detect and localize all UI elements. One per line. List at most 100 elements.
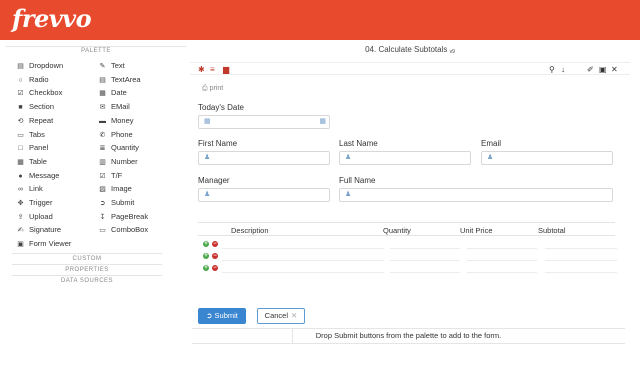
palette-item-submit[interactable]: ➲ Submit: [98, 196, 135, 210]
drop-zone-divider: [292, 329, 293, 343]
table-cell[interactable]: [545, 251, 617, 261]
delete-row-icon[interactable]: −: [212, 253, 218, 259]
user-icon: ♟: [345, 154, 352, 161]
palette-item-money[interactable]: ▬ Money: [98, 114, 134, 128]
table-cell[interactable]: [222, 239, 384, 249]
palette-item-date[interactable]: ▦ Date: [98, 86, 127, 100]
table-cell[interactable]: [390, 263, 460, 273]
palette-item-label: Repeat: [29, 115, 54, 125]
palette-item-number[interactable]: ▥ Number: [98, 155, 138, 169]
settings-gear-icon[interactable]: ✱: [198, 64, 205, 75]
add-row-icon[interactable]: +: [203, 253, 209, 259]
table-cell[interactable]: [222, 263, 384, 273]
table-header-subtotal: Subtotal: [538, 226, 566, 235]
manager-field[interactable]: ♟: [198, 188, 330, 202]
table-cell[interactable]: [467, 263, 537, 273]
user-icon: ♟: [345, 191, 352, 198]
table-cell[interactable]: [545, 263, 617, 273]
palette-item-label: Signature: [29, 225, 62, 235]
last-name-field[interactable]: ♟: [339, 151, 471, 165]
palette-item-label: Section: [29, 102, 55, 112]
frevvo-logo[interactable]: frevvo: [12, 5, 92, 33]
full-name-label: Full Name: [339, 176, 376, 185]
close-icon[interactable]: ✕: [611, 64, 618, 75]
table-cell[interactable]: [545, 239, 617, 249]
first-name-field[interactable]: ♟: [198, 151, 330, 165]
table-cell[interactable]: [222, 251, 384, 261]
delete-row-icon[interactable]: −: [212, 241, 218, 247]
save-icon[interactable]: ▣: [599, 64, 607, 75]
palette-item-label: Image: [111, 184, 132, 194]
palette-item-label: TextArea: [111, 74, 141, 84]
palette-item-panel[interactable]: □ Panel: [16, 141, 48, 155]
table-cell[interactable]: [390, 251, 460, 261]
palette-section-custom[interactable]: CUSTOM: [12, 253, 162, 264]
palette-item-table[interactable]: ▦ Table: [16, 155, 47, 169]
palette-item-label: PageBreak: [111, 211, 149, 221]
palette-item-image[interactable]: ▨ Image: [98, 182, 132, 196]
edit-wand-icon[interactable]: ✐: [587, 64, 594, 75]
cancel-label: Cancel: [264, 311, 289, 320]
palette-item-label: T/F: [111, 170, 123, 180]
email-field[interactable]: ♟: [481, 151, 613, 165]
palette-item-repeat[interactable]: ⟲ Repeat: [16, 114, 54, 128]
table-cell[interactable]: [390, 239, 460, 249]
palette-item-phone[interactable]: ✆ Phone: [98, 128, 133, 142]
table-cell[interactable]: [467, 251, 537, 261]
palette-item-message[interactable]: ● Message: [16, 169, 59, 183]
todays-date-field[interactable]: ▦ ▦: [198, 115, 330, 129]
drop-zone-hint: Drop Submit buttons from the palette to …: [315, 331, 502, 340]
palette-item-label: Panel: [29, 143, 49, 153]
palette-grid: ▤ Dropdown ○ Radio ☑ Checkbox ■ Section ⟲ Repeat ▭…: [6, 55, 186, 253]
palette-item-upload[interactable]: ⇪ Upload: [16, 210, 53, 224]
form-toolbar: ✱ ≡ ▆ ⚲ ↓ ✐ ▣ ✕: [190, 62, 630, 75]
palette-title[interactable]: PALETTE: [6, 46, 186, 55]
palette-item-dropdown[interactable]: ▤ Dropdown: [16, 59, 63, 73]
palette-item-t-f[interactable]: ☑ T/F: [98, 169, 122, 183]
palette-item-trigger[interactable]: ✥ Trigger: [16, 196, 53, 210]
table-header-border: [198, 235, 615, 236]
palette-item-signature[interactable]: ✍ Signature: [16, 223, 62, 237]
palette-item-label: Dropdown: [29, 61, 64, 70]
delete-row-icon[interactable]: −: [212, 265, 218, 271]
document-icon[interactable]: ▆: [223, 64, 229, 75]
menu-icon[interactable]: ≡: [210, 64, 215, 75]
palette-item-label: Trigger: [29, 198, 53, 207]
calendar-icon[interactable]: ▦: [319, 117, 326, 125]
todays-date-label: Today's Date: [198, 103, 244, 112]
manager-label: Manager: [198, 176, 230, 185]
top-header-bar: frevvo: [0, 0, 640, 40]
search-icon[interactable]: ⚲: [549, 64, 555, 75]
sort-down-icon[interactable]: ↓: [561, 64, 565, 75]
date-field-icon: ▦: [204, 118, 211, 125]
palette-item-textarea[interactable]: ▤ TextArea: [98, 73, 141, 87]
user-icon: ♟: [204, 154, 211, 161]
add-row-icon[interactable]: +: [203, 265, 209, 271]
palette-item-radio[interactable]: ○ Radio: [16, 73, 48, 87]
palette-item-tabs[interactable]: ▭ Tabs: [16, 128, 45, 142]
add-row-icon[interactable]: +: [203, 241, 209, 247]
palette-item-link[interactable]: ∞ Link: [16, 182, 43, 196]
form-version: v9: [449, 49, 455, 55]
submit-button[interactable]: ➲ Submit: [198, 308, 246, 324]
palette-item-label: ComboBox: [111, 225, 149, 235]
palette-item-checkbox[interactable]: ☑ Checkbox: [16, 86, 62, 100]
palette-section-data-sources[interactable]: DATA SOURCES: [12, 275, 162, 286]
print-link[interactable]: ⎙ print: [202, 85, 223, 93]
table-top-border: [198, 222, 615, 223]
full-name-field[interactable]: ♟: [339, 188, 613, 202]
palette-section-properties[interactable]: PROPERTIES: [12, 264, 162, 275]
palette-item-text[interactable]: ✎ Text: [98, 59, 125, 73]
palette-item-label: EMail: [111, 102, 130, 112]
palette-item-section[interactable]: ■ Section: [16, 100, 54, 114]
palette-item-combobox[interactable]: ▭ ComboBox: [98, 223, 148, 237]
table-cell[interactable]: [467, 239, 537, 249]
cancel-button[interactable]: Cancel ✕: [257, 308, 305, 324]
palette-item-label: Checkbox: [29, 88, 63, 98]
palette-item-form-viewer[interactable]: ▣ Form Viewer: [16, 237, 71, 251]
submit-drop-zone[interactable]: Drop Submit buttons from the palette to …: [192, 328, 625, 344]
palette-item-quantity[interactable]: ≣ Quantity: [98, 141, 139, 155]
palette-item-pagebreak[interactable]: ↧ PageBreak: [98, 210, 149, 224]
palette-item-email[interactable]: ✉ EMail: [98, 100, 130, 114]
table-header-quantity: Quantity: [383, 226, 411, 235]
